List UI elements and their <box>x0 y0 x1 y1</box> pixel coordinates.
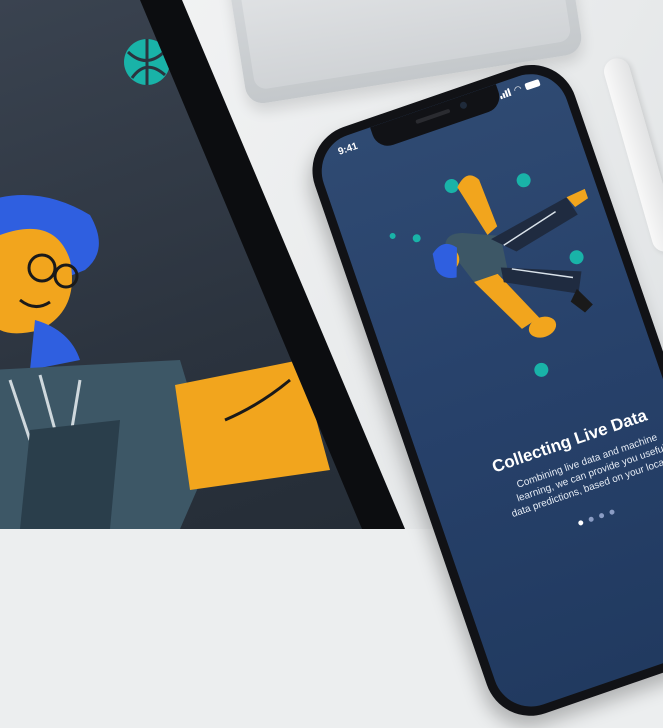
signal-icon <box>499 88 512 100</box>
page-dot-2[interactable] <box>587 516 594 523</box>
page-dot-4[interactable] <box>608 509 615 516</box>
page-dot-1[interactable] <box>577 519 584 527</box>
page-dot-3[interactable] <box>597 512 605 520</box>
battery-icon <box>524 78 541 90</box>
status-time: 9:41 <box>336 140 360 158</box>
speaker-grille <box>415 108 451 125</box>
front-camera <box>459 100 468 110</box>
wifi-icon: ◠ <box>512 83 524 96</box>
floating-character <box>432 175 593 338</box>
status-icons: ◠ <box>499 78 541 100</box>
